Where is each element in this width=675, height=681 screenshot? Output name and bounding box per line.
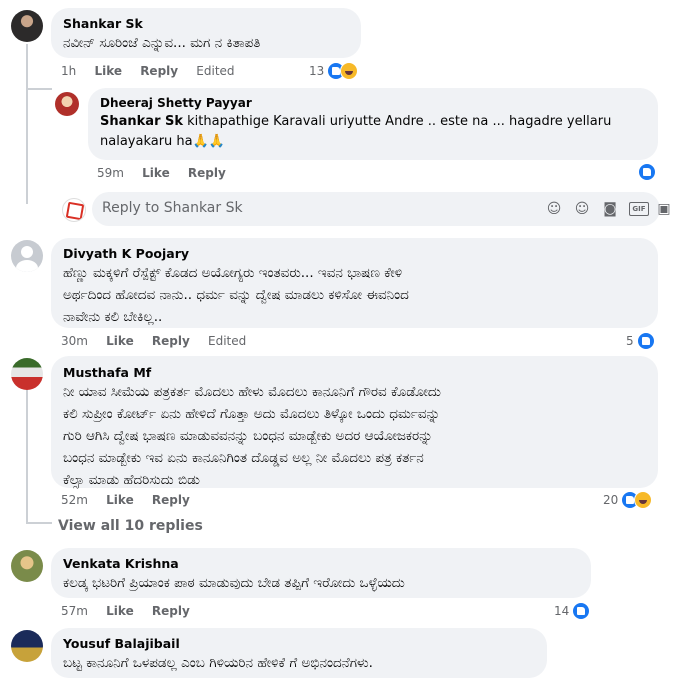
comment-text: ಕಲಡ್ಕ ಭಟರಿಗೆ ಪ್ರಿಯಾಂಕ ಪಾಠ ಮಾಡುವುದು ಬೇಡ ತ… (63, 575, 405, 591)
gif-icon[interactable]: GIF (629, 202, 649, 216)
comment-bubble: Venkata Krishna ಕಲಡ್ಕ ಭಟರಿಗೆ ಪ್ರಿಯಾಂಕ ಪಾ… (51, 548, 591, 598)
like-button[interactable]: Like (106, 604, 134, 618)
reply-button[interactable]: Reply (152, 493, 190, 507)
avatar-sticker-icon[interactable]: ☺ (546, 201, 562, 217)
comment-text: ಕಲಿ ಸುಪ್ರೀಂ ಕೋರ್ಟ್ ಏನು ಹೇಳಿದೆ ಗೊತ್ತಾ ಅದು… (63, 406, 441, 422)
reaction-summary[interactable]: 5 (626, 332, 655, 350)
comment-actions: 59m Like Reply (97, 166, 240, 180)
comment-actions: 52m Like Reply (61, 493, 204, 507)
timestamp[interactable]: 52m (61, 493, 88, 507)
comment-bubble: Dheeraj Shetty Payyar Shankar Sk kithapa… (88, 88, 658, 160)
reply-input-placeholder: Reply to Shankar Sk (102, 200, 243, 216)
reply-input[interactable]: Reply to Shankar Sk ☺ ☺ ◙ GIF ▣ (92, 192, 671, 226)
current-user-avatar (62, 198, 86, 222)
reaction-count: 5 (626, 334, 634, 348)
thread-line (26, 44, 28, 204)
comment-text: ನವೀನ್ ಸೂರಿಂಜೆ ಎನ್ನುವ... ಮಗ ನ ಕಿತಾಪತಿ (63, 35, 261, 51)
reaction-summary[interactable]: 14 (554, 602, 591, 620)
comment-bubble: Yousuf Balajibail ಬಟ್ಟ ಕಾನೂನಿಗೆ ಒಳಪಡಲ್ಲ … (51, 628, 547, 678)
like-reaction-icon (572, 602, 591, 620)
reply-button[interactable]: Reply (188, 166, 226, 180)
comment-actions: 57m Like Reply (61, 604, 204, 618)
avatar[interactable] (11, 358, 43, 390)
avatar[interactable] (11, 240, 43, 272)
comment-author[interactable]: Divyath K Poojary (63, 245, 646, 262)
avatar[interactable] (55, 92, 79, 116)
sticker-icon[interactable]: ▣ (656, 201, 672, 217)
comment-author[interactable]: Shankar Sk (63, 15, 349, 32)
timestamp[interactable]: 57m (61, 604, 88, 618)
like-button[interactable]: Like (106, 334, 134, 348)
comment-actions: 1h Like Reply Edited (61, 64, 249, 78)
haha-reaction-icon (634, 491, 653, 509)
avatar[interactable] (11, 550, 43, 582)
emoji-icon[interactable]: ☺ (574, 201, 590, 217)
comment-text: ಬಟ್ಟ ಕಾನೂನಿಗೆ ಒಳಪಡಲ್ಲ ಎಂಬ ಗಿಳಿಯರಿನ ಹೇಳಿಕ… (63, 655, 373, 671)
like-reaction-icon (636, 332, 655, 350)
comment-author[interactable]: Dheeraj Shetty Payyar (100, 95, 646, 112)
edited-label: Edited (196, 64, 235, 78)
reaction-count: 20 (603, 493, 619, 507)
reaction-count: 14 (554, 604, 570, 618)
comment-text: ಕೆಲ್ಸಾ ಮಾಡು ಹೆದರಿಸುದು ಬಿಡು (63, 472, 200, 488)
comment-text: ಬಂಧನ ಮಾಡ್ಬೇಕು ಇವ ಏನು ಕಾನೂನಿಗಿಂತ ದೊಡ್ಡವ ಅ… (63, 450, 424, 466)
like-button[interactable]: Like (94, 64, 122, 78)
like-button[interactable]: Like (106, 493, 134, 507)
comment-actions: 30m Like Reply Edited (61, 334, 260, 348)
reply-button[interactable]: Reply (152, 334, 190, 348)
comment-author[interactable]: Yousuf Balajibail (63, 635, 535, 652)
like-button[interactable]: Like (142, 166, 170, 180)
comment-bubble: Musthafa Mf ನೀ ಯಾವ ಸೀಮೆಯ ಪತ್ರಕರ್ತ ಮೊದಲು … (51, 356, 658, 488)
thread-branch (26, 522, 52, 524)
comment-text: ಹೆಣ್ಣು ಮಕ್ಕಳಿಗೆ ರೆಸ್ಪೆಕ್ಟ್ ಕೊಡದ ಅಯೋಗ್ಯರು… (63, 265, 403, 281)
reaction-count: 13 (309, 64, 325, 78)
comment-bubble: Shankar Sk ನವೀನ್ ಸೂರಿಂಜೆ ಎನ್ನುವ... ಮಗ ನ … (51, 8, 361, 58)
comment-text: ನೀ ಯಾವ ಸೀಮೆಯ ಪತ್ರಕರ್ತ ಮೊದಲು ಹೇಳು ಮೊದಲು ಕ… (63, 384, 441, 400)
timestamp[interactable]: 59m (97, 166, 124, 180)
timestamp[interactable]: 1h (61, 64, 76, 78)
timestamp[interactable]: 30m (61, 334, 88, 348)
comment-author[interactable]: Venkata Krishna (63, 555, 579, 572)
comment-text: ಗುರಿ ಆಗಿಸಿ ದ್ವೇಷ ಭಾಷಣ ಮಾಡುವವನನ್ನು ಬಂಧನ ಮ… (63, 428, 433, 444)
avatar[interactable] (11, 630, 43, 662)
haha-reaction-icon (340, 62, 359, 80)
reply-button[interactable]: Reply (140, 64, 178, 78)
reaction-summary[interactable]: 13 (309, 62, 359, 80)
thread-line (26, 372, 28, 522)
comment-text: Shankar Sk kithapathige Karavali uriyutt… (100, 112, 646, 132)
comment-text: ಅರ್ಥದಿಂದ ಹೋದವ ನಾನು.. ಧರ್ಮ ವನ್ನು ದ್ವೇಷ ಮಾ… (63, 287, 409, 303)
comment-text: ನಾವೇನು ಕಲಿ ಬೇಕಿಲ್ಲ.. (63, 309, 163, 325)
comment-bubble: Divyath K Poojary ಹೆಣ್ಣು ಮಕ್ಕಳಿಗೆ ರೆಸ್ಪೆ… (51, 238, 658, 328)
comment-text-part: kithapathige Karavali uriyutte Andre .. … (183, 114, 612, 129)
reply-button[interactable]: Reply (152, 604, 190, 618)
comment-text: nalayakaru ha🙏🙏 (100, 134, 226, 149)
reaction-summary[interactable]: 20 (603, 491, 653, 509)
like-reaction-icon (638, 163, 656, 181)
thread-branch (26, 88, 52, 90)
edited-label: Edited (208, 334, 247, 348)
avatar[interactable] (11, 10, 43, 42)
mention-link[interactable]: Shankar Sk (100, 114, 183, 129)
camera-icon[interactable]: ◙ (602, 201, 618, 217)
comment-author[interactable]: Musthafa Mf (63, 364, 646, 381)
reaction-summary[interactable] (638, 163, 656, 181)
view-replies-link[interactable]: View all 10 replies (58, 518, 203, 534)
